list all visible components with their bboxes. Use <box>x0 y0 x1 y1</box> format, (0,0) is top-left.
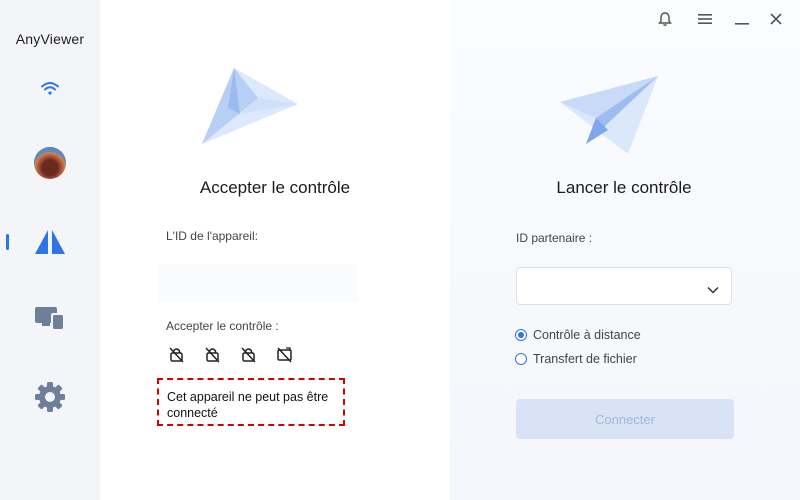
paper-plane-illustration <box>196 64 306 159</box>
partner-id-input[interactable] <box>516 267 732 305</box>
sidebar: AnyViewer <box>0 0 100 500</box>
avatar[interactable] <box>34 147 66 179</box>
screen-off-icon <box>276 346 293 363</box>
sidebar-item-devices[interactable] <box>0 298 100 338</box>
connect-button[interactable]: Connecter <box>516 399 734 439</box>
wifi-icon <box>40 80 60 96</box>
app-title: AnyViewer <box>15 31 85 47</box>
accept-control-label: Accepter le contrôle : <box>166 319 279 333</box>
sidebar-item-settings[interactable] <box>0 377 100 417</box>
anyviewer-logo-icon <box>33 228 67 256</box>
main-area: Accepter le contrôle L'ID de l'appareil:… <box>100 0 800 500</box>
menu-icon[interactable] <box>696 10 714 28</box>
bell-icon[interactable] <box>656 10 674 28</box>
radio-file-transfer[interactable]: Transfert de fichier <box>515 352 637 366</box>
devices-icon <box>34 305 66 331</box>
radio-selected-icon[interactable] <box>515 329 527 341</box>
minimize-icon[interactable] <box>733 10 751 28</box>
control-status-icons <box>168 346 293 363</box>
close-icon[interactable] <box>767 10 785 28</box>
device-id-value <box>158 264 358 302</box>
lock-off-icon <box>168 346 185 363</box>
lock-off-icon <box>204 346 221 363</box>
warning-message: Cet appareil ne peut pas être connecté <box>157 378 345 426</box>
radio-unselected-icon[interactable] <box>515 353 527 365</box>
accept-control-title: Accepter le contrôle <box>199 178 351 197</box>
radio-remote-control[interactable]: Contrôle à distance <box>515 328 641 342</box>
partner-id-label: ID partenaire : <box>516 231 593 245</box>
lock-off-icon <box>240 346 257 363</box>
gear-icon <box>34 381 66 413</box>
start-control-title: Lancer le contrôle <box>556 178 692 197</box>
radio-remote-control-label: Contrôle à distance <box>533 328 641 342</box>
sidebar-item-remote-control[interactable] <box>0 222 100 262</box>
paper-plane-illustration-right <box>556 72 666 167</box>
chevron-down-icon[interactable] <box>707 281 719 299</box>
app-window: AnyViewer Accepter le contrôle L'ID de l… <box>0 0 800 500</box>
device-id-label: L'ID de l'appareil: <box>166 229 258 243</box>
radio-file-transfer-label: Transfert de fichier <box>533 352 637 366</box>
